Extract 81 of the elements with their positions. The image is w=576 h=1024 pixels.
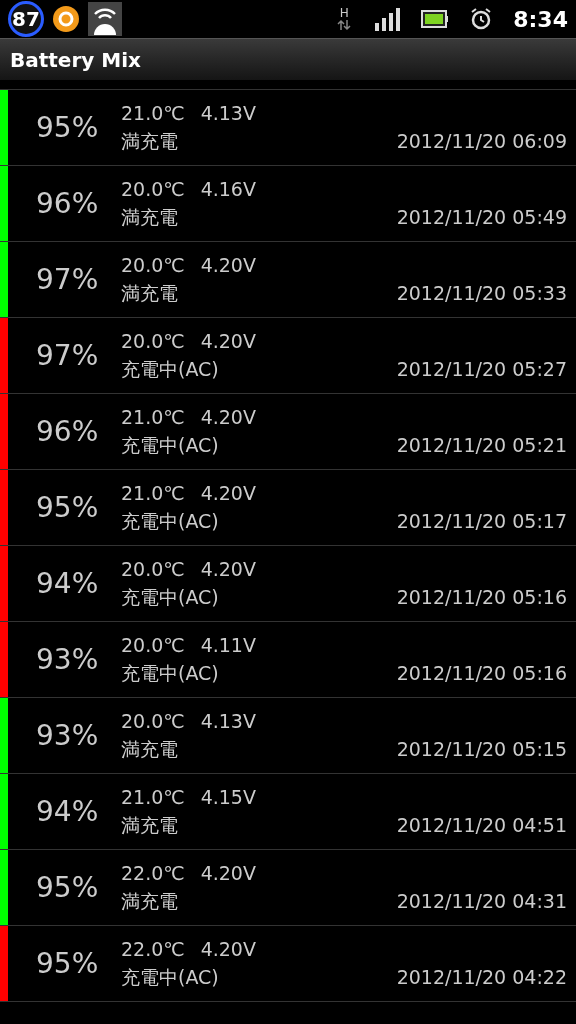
timestamp: 2012/11/20 04:31: [396, 888, 568, 914]
charge-status: 充電中(AC): [121, 433, 220, 458]
history-row[interactable]: 95% 21.0℃ 4.13V 満充電 2012/11/20 06:09: [0, 90, 576, 166]
temperature: 21.0℃: [121, 101, 185, 126]
voltage: 4.15V: [200, 785, 256, 810]
signal-icon: [375, 7, 402, 31]
app-title: Battery Mix: [10, 46, 141, 74]
timestamp: 2012/11/20 05:33: [396, 280, 568, 306]
charge-status: 充電中(AC): [121, 965, 220, 990]
temperature: 20.0℃: [121, 709, 185, 734]
charge-status: 充電中(AC): [121, 357, 220, 382]
history-row[interactable]: 94% 20.0℃ 4.20V 充電中(AC) 2012/11/20 05:16: [0, 546, 576, 622]
timestamp: 2012/11/20 05:27: [396, 356, 568, 382]
temperature: 20.0℃: [121, 253, 185, 278]
battery-percent: 96%: [35, 185, 100, 222]
timestamp: 2012/11/20 05:16: [396, 584, 568, 610]
charge-status: 充電中(AC): [121, 585, 220, 610]
charge-status: 満充電: [121, 813, 179, 838]
temperature: 20.0℃: [121, 177, 185, 202]
timestamp: 2012/11/20 06:09: [396, 128, 568, 154]
voltage: 4.13V: [200, 709, 256, 734]
temperature: 22.0℃: [121, 861, 185, 886]
data-arrows-icon: [337, 19, 352, 31]
charge-status: 満充電: [121, 889, 179, 914]
temperature: 22.0℃: [121, 937, 185, 962]
android-wifi-icon: [88, 2, 122, 36]
temperature: 21.0℃: [121, 481, 185, 506]
charge-status: 満充電: [121, 281, 179, 306]
history-row[interactable]: 93% 20.0℃ 4.11V 充電中(AC) 2012/11/20 05:16: [0, 622, 576, 698]
timestamp: 2012/11/20 04:51: [396, 812, 568, 838]
battery-icon: [421, 9, 450, 29]
charge-status: 充電中(AC): [121, 661, 220, 686]
battery-percent: 93%: [35, 641, 100, 678]
temperature: 21.0℃: [121, 405, 185, 430]
temperature: 20.0℃: [121, 329, 185, 354]
battery-percent: 95%: [35, 109, 100, 146]
voltage: 4.20V: [200, 405, 256, 430]
voltage: 4.20V: [200, 861, 256, 886]
voltage: 4.16V: [200, 177, 256, 202]
timestamp: 2012/11/20 05:17: [396, 508, 568, 534]
battery-percent: 93%: [35, 717, 100, 754]
network-type: H: [339, 7, 349, 19]
timestamp: 2012/11/20 04:22: [396, 964, 568, 990]
charge-status: 充電中(AC): [121, 509, 220, 534]
battery-percent: 95%: [35, 489, 100, 526]
voltage: 4.20V: [200, 481, 256, 506]
voltage: 4.11V: [200, 633, 256, 658]
battery-percent: 95%: [35, 869, 100, 906]
charge-status: 満充電: [121, 205, 179, 230]
battery-percent: 95%: [35, 945, 100, 982]
battery-percent: 97%: [35, 337, 100, 374]
voltage: 4.13V: [200, 101, 256, 126]
temperature: 20.0℃: [121, 633, 185, 658]
voltage: 4.20V: [200, 937, 256, 962]
timestamp: 2012/11/20 05:49: [396, 204, 568, 230]
ring-app-icon: [52, 5, 80, 33]
clock-time: 8:34: [513, 5, 568, 34]
timestamp: 2012/11/20 05:16: [396, 660, 568, 686]
notification-count-badge: 87: [8, 1, 44, 37]
temperature: 21.0℃: [121, 785, 185, 810]
voltage: 4.20V: [200, 329, 256, 354]
history-row[interactable]: 95% 22.0℃ 4.20V 充電中(AC) 2012/11/20 04:22: [0, 926, 576, 1002]
charge-status: 満充電: [121, 129, 179, 154]
battery-percent: 94%: [35, 793, 100, 830]
history-row[interactable]: 93% 20.0℃ 4.13V 満充電 2012/11/20 05:15: [0, 698, 576, 774]
history-row[interactable]: 96% 21.0℃ 4.20V 充電中(AC) 2012/11/20 05:21: [0, 394, 576, 470]
charge-status: 満充電: [121, 737, 179, 762]
history-row[interactable]: 94% 21.0℃ 4.15V 満充電 2012/11/20 04:51: [0, 774, 576, 850]
voltage: 4.20V: [200, 253, 256, 278]
timestamp: 2012/11/20 05:15: [396, 736, 568, 762]
temperature: 20.0℃: [121, 557, 185, 582]
history-row[interactable]: 96% 20.0℃ 4.16V 満充電 2012/11/20 05:49: [0, 166, 576, 242]
battery-percent: 94%: [35, 565, 100, 602]
voltage: 4.20V: [200, 557, 256, 582]
history-row[interactable]: 97% 20.0℃ 4.20V 満充電 2012/11/20 05:33: [0, 242, 576, 318]
timestamp: 2012/11/20 05:21: [396, 432, 568, 458]
battery-percent: 97%: [35, 261, 100, 298]
battery-percent: 96%: [35, 413, 100, 450]
history-row[interactable]: 95% 21.0℃ 4.20V 充電中(AC) 2012/11/20 05:17: [0, 470, 576, 546]
history-row[interactable]: 97% 20.0℃ 4.20V 充電中(AC) 2012/11/20 05:27: [0, 318, 576, 394]
history-row[interactable]: 95% 22.0℃ 4.20V 満充電 2012/11/20 04:31: [0, 850, 576, 926]
